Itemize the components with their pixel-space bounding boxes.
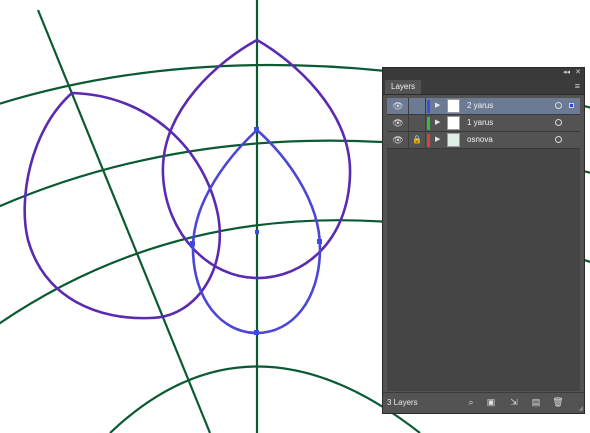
target-circle-icon[interactable] xyxy=(555,102,562,109)
panel-menu-icon[interactable]: ≡ xyxy=(575,80,580,92)
panel-footer: 3 Layers ⌕ ▣ ⇲ ▤ 🗑 xyxy=(383,392,584,413)
anchor-point-left xyxy=(190,241,195,246)
layer-count: 3 Layers xyxy=(387,398,418,407)
visibility-eye-icon[interactable]: 👁 xyxy=(391,135,405,145)
guide-diagonal xyxy=(36,9,212,433)
visibility-eye-icon[interactable]: 👁 xyxy=(391,101,405,111)
layers-panel: ◂◂ ✕ Layers ≡ 👁 ▶ 2 yarus 👁 ▶ 1 yarus 👁 … xyxy=(382,67,585,414)
layer-row-1-yarus[interactable]: 👁 ▶ 1 yarus xyxy=(387,115,580,132)
layer-color-swatch xyxy=(427,117,430,130)
close-icon[interactable]: ✕ xyxy=(575,68,581,78)
panel-title-bar[interactable]: ◂◂ ✕ xyxy=(383,68,584,78)
tab-layers[interactable]: Layers xyxy=(385,80,422,94)
anchor-point-top xyxy=(254,127,259,132)
lock-toggle[interactable] xyxy=(411,118,423,128)
visibility-eye-icon[interactable]: 👁 xyxy=(391,118,405,128)
new-layer-icon[interactable]: ▤ xyxy=(530,397,542,408)
trash-icon[interactable]: 🗑 xyxy=(552,397,564,408)
layer-row-2-yarus[interactable]: 👁 ▶ 2 yarus xyxy=(387,98,580,115)
target-circle-icon[interactable] xyxy=(555,119,562,126)
expand-arrow-icon[interactable]: ▶ xyxy=(435,135,440,145)
layer-thumbnail xyxy=(447,99,460,113)
divider xyxy=(425,98,426,114)
layer-color-swatch xyxy=(427,100,430,113)
create-sublayer-icon[interactable]: ⇲ xyxy=(508,397,520,408)
layer-name[interactable]: osnova xyxy=(467,135,493,145)
panel-tab-bar: Layers ≡ xyxy=(383,78,584,95)
lock-icon[interactable]: 🔒 xyxy=(411,135,423,145)
anchor-point-right xyxy=(317,239,322,244)
layer-color-swatch xyxy=(427,134,430,147)
divider xyxy=(408,132,409,148)
drop-left xyxy=(23,91,221,320)
expand-arrow-icon[interactable]: ▶ xyxy=(435,118,440,128)
divider xyxy=(408,115,409,131)
resize-grip[interactable]: ◢ xyxy=(578,405,583,412)
divider xyxy=(408,98,409,114)
divider xyxy=(425,115,426,131)
layer-name[interactable]: 1 yarus xyxy=(467,118,493,128)
target-circle-icon[interactable] xyxy=(555,136,562,143)
search-icon[interactable]: ⌕ xyxy=(465,397,477,408)
layer-thumbnail xyxy=(447,133,460,147)
make-clipping-mask-icon[interactable]: ▣ xyxy=(485,397,497,408)
lock-toggle[interactable] xyxy=(411,101,423,111)
layer-name[interactable]: 2 yarus xyxy=(467,101,493,111)
selection-indicator-icon[interactable] xyxy=(569,103,574,108)
divider xyxy=(425,132,426,148)
anchor-point-center xyxy=(255,230,259,234)
expand-arrow-icon[interactable]: ▶ xyxy=(435,101,440,111)
layer-thumbnail xyxy=(447,116,460,130)
layer-row-osnova[interactable]: 👁 🔒 ▶ osnova xyxy=(387,132,580,149)
anchor-point-bottom xyxy=(254,330,259,335)
layers-list: 👁 ▶ 2 yarus 👁 ▶ 1 yarus 👁 🔒 ▶ osnova xyxy=(387,98,580,391)
collapse-icon[interactable]: ◂◂ xyxy=(563,68,570,78)
guide-arc-bottom xyxy=(109,365,421,433)
